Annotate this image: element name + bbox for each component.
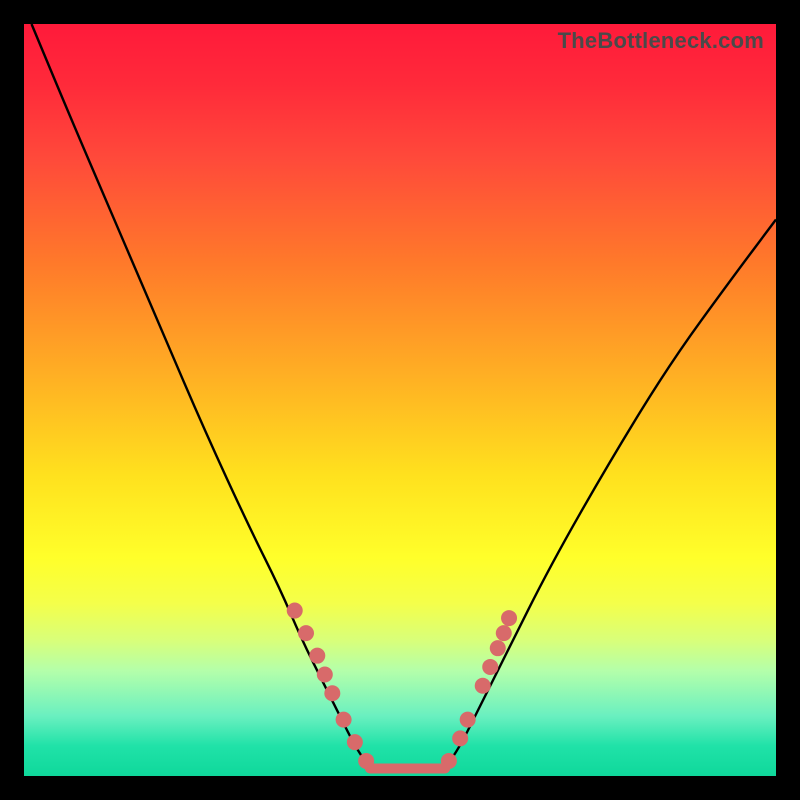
- data-marker: [475, 678, 491, 694]
- data-marker: [501, 610, 517, 626]
- data-marker: [460, 712, 476, 728]
- outer-frame: TheBottleneck.com: [0, 0, 800, 800]
- curve-right: [445, 220, 776, 769]
- data-marker: [287, 603, 303, 619]
- data-marker: [347, 734, 363, 750]
- data-marker: [482, 659, 498, 675]
- data-marker: [298, 625, 314, 641]
- data-marker: [490, 640, 506, 656]
- data-marker: [317, 666, 333, 682]
- data-marker: [452, 730, 468, 746]
- data-marker: [309, 648, 325, 664]
- data-marker: [496, 625, 512, 641]
- data-marker: [324, 685, 340, 701]
- data-marker: [358, 753, 374, 769]
- marker-group: [287, 603, 517, 769]
- plot-area: TheBottleneck.com: [24, 24, 776, 776]
- chart-svg: [24, 24, 776, 776]
- data-marker: [441, 753, 457, 769]
- data-marker: [336, 712, 352, 728]
